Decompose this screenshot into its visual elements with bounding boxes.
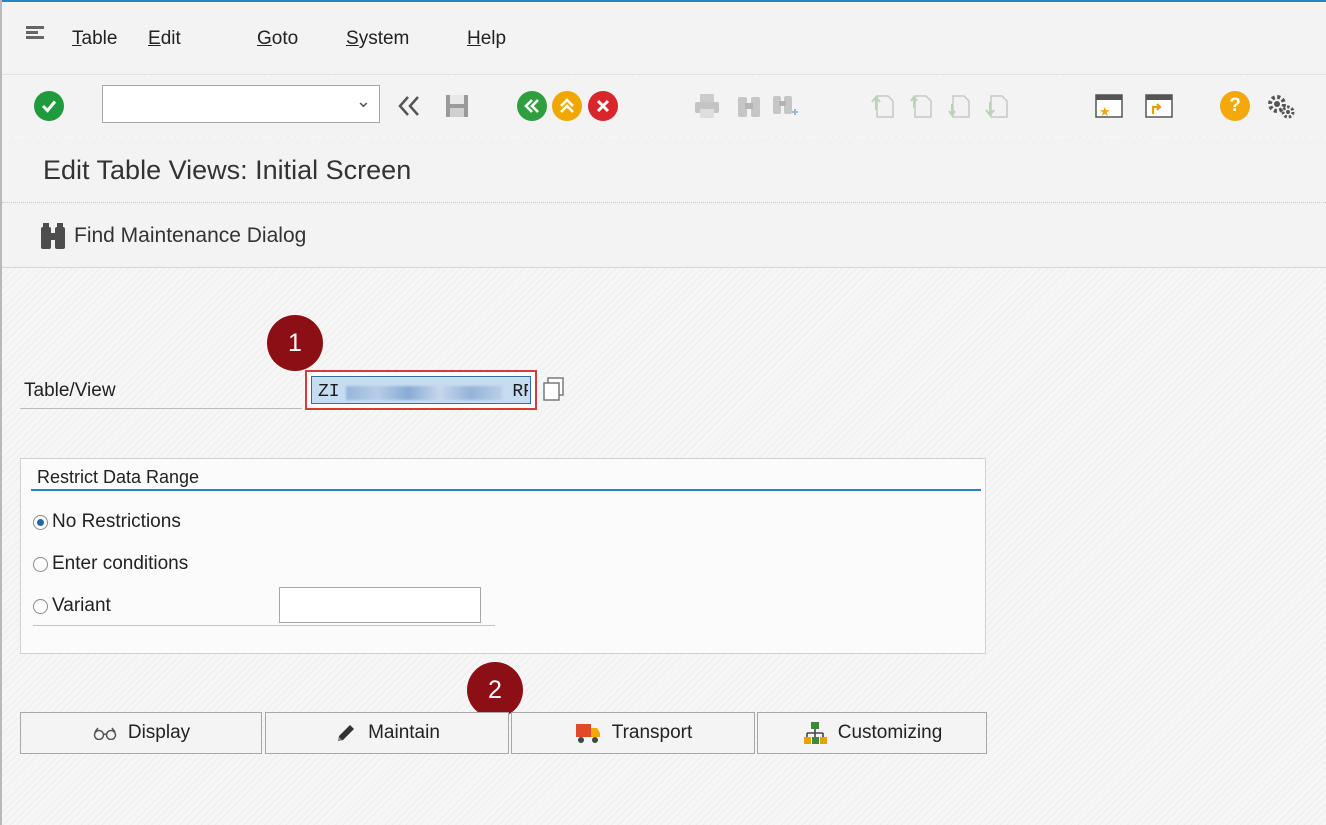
- radio-no-restrictions[interactable]: No Restrictions: [33, 507, 181, 537]
- variant-underline: [33, 625, 495, 626]
- transport-label: Transport: [611, 722, 693, 743]
- radio-label: Enter conditions: [52, 553, 189, 574]
- cancel-icon[interactable]: [586, 89, 620, 123]
- table-view-label: Table/View: [24, 380, 116, 401]
- radio-variant[interactable]: Variant: [33, 591, 111, 621]
- display-label: Display: [127, 722, 191, 743]
- radio-button[interactable]: [33, 598, 48, 614]
- radio-label: No Restrictions: [52, 511, 181, 532]
- first-page-icon[interactable]: [866, 89, 900, 123]
- display-button[interactable]: Display: [20, 712, 262, 754]
- menu-item-table[interactable]: Table: [72, 28, 117, 50]
- group-title-underline: [31, 489, 981, 491]
- command-input[interactable]: [107, 86, 351, 122]
- exit-icon[interactable]: [550, 89, 584, 123]
- chevron-down-icon[interactable]: ⌄: [356, 91, 371, 112]
- redacted-text: [346, 386, 502, 400]
- shortcut-icon[interactable]: [1142, 89, 1176, 123]
- last-page-icon[interactable]: [980, 89, 1014, 123]
- page-title: Edit Table Views: Initial Screen: [43, 155, 412, 185]
- hierarchy-icon: [803, 722, 827, 744]
- save-icon[interactable]: [440, 89, 474, 123]
- find-maintenance-dialog-label: Find Maintenance Dialog: [74, 224, 307, 247]
- pencil-icon: [338, 725, 355, 741]
- back-double-chevron-icon[interactable]: [394, 89, 428, 123]
- glasses-icon: [93, 727, 117, 740]
- radio-button[interactable]: [33, 556, 48, 572]
- maintain-button[interactable]: Maintain: [265, 712, 509, 754]
- radio-button[interactable]: [33, 514, 48, 530]
- table-view-selection: [311, 376, 531, 404]
- restrict-data-range-group: Restrict Data Range No Restrictions Ente…: [20, 458, 986, 654]
- variant-field[interactable]: [279, 587, 481, 623]
- radio-enter-conditions[interactable]: Enter conditions: [33, 549, 188, 579]
- binoculars-icon: [41, 223, 65, 249]
- enter-icon[interactable]: [32, 89, 66, 123]
- application-toolbar: Find Maintenance Dialog: [2, 203, 1326, 268]
- label-underline: [20, 408, 302, 409]
- menu-item-edit[interactable]: Edit: [148, 28, 181, 50]
- customizing-label: Customizing: [837, 722, 943, 743]
- menu-toggle-icon[interactable]: [26, 26, 44, 40]
- find-next-icon[interactable]: [768, 89, 802, 123]
- group-title: Restrict Data Range: [37, 467, 200, 487]
- previous-page-icon[interactable]: [904, 89, 938, 123]
- menu-bar: Table Edit Goto System Help: [2, 2, 1326, 75]
- customizing-button[interactable]: Customizing: [757, 712, 987, 754]
- step-badge-1: 1: [267, 315, 323, 371]
- create-session-icon[interactable]: ★: [1092, 89, 1126, 123]
- title-bar: Edit Table Views: Initial Screen: [2, 138, 1326, 203]
- step-badge-2: 2: [467, 662, 523, 718]
- maintain-label: Maintain: [368, 722, 440, 743]
- customize-layout-icon[interactable]: [1264, 89, 1298, 123]
- command-field[interactable]: ⌄: [102, 85, 380, 123]
- print-icon[interactable]: [690, 89, 724, 123]
- table-view-field[interactable]: [305, 370, 537, 410]
- menu-item-system[interactable]: System: [346, 28, 409, 50]
- next-page-icon[interactable]: [942, 89, 976, 123]
- find-icon[interactable]: [732, 89, 766, 123]
- menu-item-help[interactable]: Help: [467, 28, 506, 50]
- truck-icon: [575, 724, 600, 743]
- value-help-icon[interactable]: [542, 372, 566, 404]
- variant-input[interactable]: [284, 590, 478, 622]
- transport-button[interactable]: Transport: [511, 712, 755, 754]
- system-toolbar: ⌄ ★ ?: [2, 76, 1326, 136]
- menu-item-goto[interactable]: Goto: [257, 28, 298, 50]
- svg-text:★: ★: [1099, 105, 1111, 120]
- help-icon[interactable]: ?: [1218, 89, 1252, 123]
- back-icon[interactable]: [515, 89, 549, 123]
- radio-label: Variant: [52, 595, 111, 616]
- find-maintenance-dialog-button[interactable]: Find Maintenance Dialog: [40, 220, 306, 252]
